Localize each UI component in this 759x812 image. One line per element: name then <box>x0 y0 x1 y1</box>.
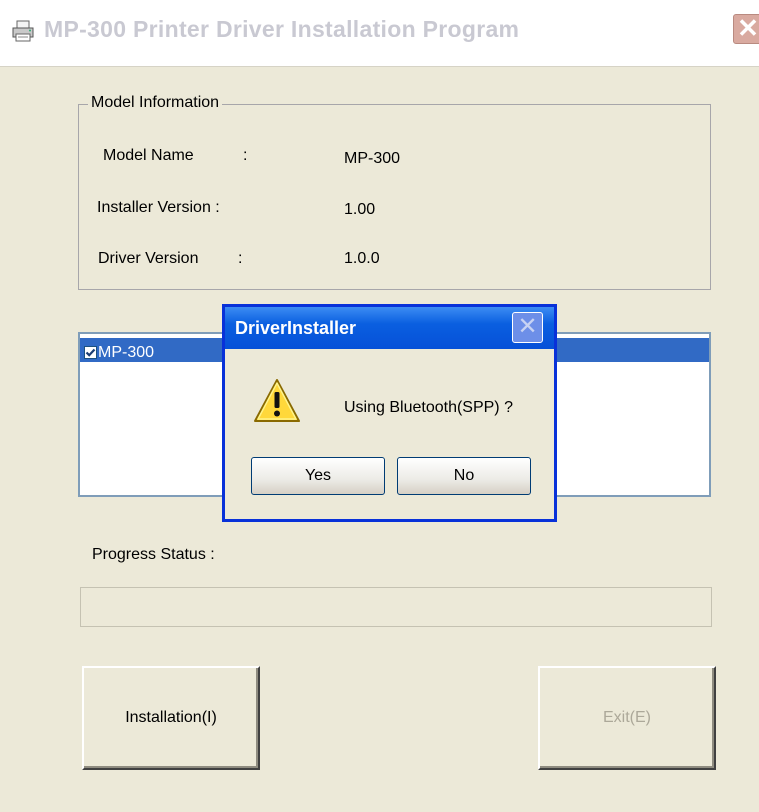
yes-button[interactable]: Yes <box>251 457 385 495</box>
checkbox[interactable] <box>84 346 97 359</box>
confirm-dialog: DriverInstaller ✕ Using Bluetooth(SPP) ?… <box>222 304 557 522</box>
driver-version-label: Driver Version <box>98 250 199 267</box>
title-bar: MP-300 Printer Driver Installation Progr… <box>0 0 759 67</box>
driver-version-value: 1.0.0 <box>344 250 380 267</box>
model-name-sep: : <box>243 147 248 164</box>
checkmark-icon <box>85 348 96 357</box>
driver-version-sep: : <box>238 250 243 267</box>
warning-icon <box>253 377 301 430</box>
progress-label: Progress Status : <box>92 546 215 563</box>
window-title: MP-300 Printer Driver Installation Progr… <box>44 16 520 42</box>
installer-window: MP-300 Printer Driver Installation Progr… <box>0 0 759 812</box>
model-info-legend: Model Information <box>88 94 223 112</box>
installer-version-value: 1.00 <box>344 201 376 218</box>
installation-button[interactable]: Installation(I) <box>82 666 260 770</box>
installer-version-label: Installer Version : <box>97 199 220 216</box>
dialog-title: DriverInstaller <box>235 318 357 338</box>
model-name-label: Model Name <box>103 147 194 164</box>
no-button[interactable]: No <box>397 457 531 495</box>
close-icon[interactable]: ✕ <box>733 14 759 44</box>
exit-button[interactable]: Exit(E) <box>538 666 716 770</box>
dialog-message: Using Bluetooth(SPP) ? <box>344 399 513 416</box>
dialog-close-icon[interactable]: ✕ <box>512 312 543 343</box>
dialog-title-bar: DriverInstaller ✕ <box>225 307 554 349</box>
progress-bar <box>80 587 712 627</box>
printer-icon <box>12 20 34 42</box>
list-item-label: MP-300 <box>98 344 155 361</box>
model-name-value: MP-300 <box>344 150 401 167</box>
